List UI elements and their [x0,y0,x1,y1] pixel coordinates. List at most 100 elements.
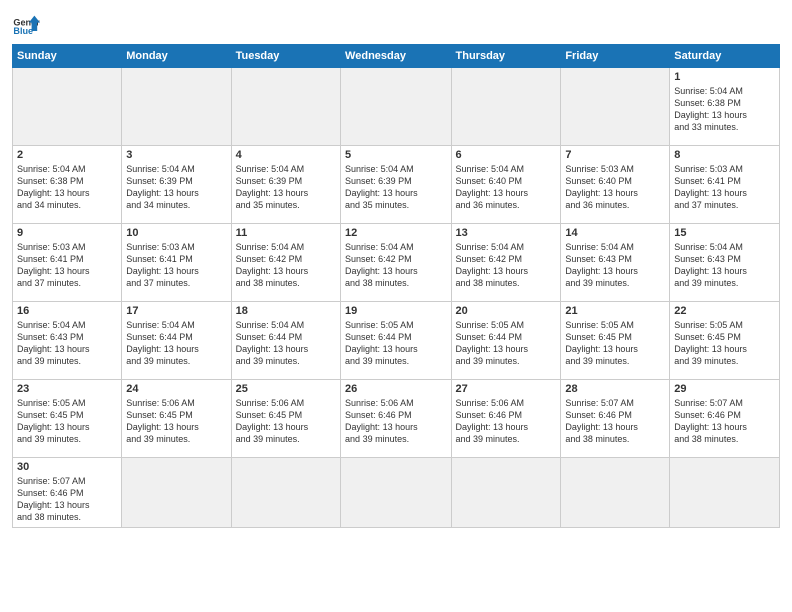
calendar-cell [122,68,231,146]
calendar-cell: 25Sunrise: 5:06 AMSunset: 6:45 PMDayligh… [231,380,340,458]
day-number: 28 [565,383,665,395]
calendar-cell: 5 Sunrise: 5:04 AMSunset: 6:39 PMDaylight… [341,146,451,224]
calendar-cell [451,458,561,528]
day-info: Sunrise: 5:04 AMSunset: 6:43 PMDaylight:… [17,319,117,368]
day-info: Sunrise: 5:03 AMSunset: 6:40 PMDaylight:… [565,163,665,212]
calendar-cell: 8 Sunrise: 5:03 AMSunset: 6:41 PMDaylight… [670,146,780,224]
day-info: Sunrise: 5:04 AMSunset: 6:44 PMDaylight:… [236,319,336,368]
calendar-cell: 28 Sunrise: 5:07 AMSunset: 6:46 PMDayligh… [561,380,670,458]
day-info: Sunrise: 5:04 AMSunset: 6:42 PMDaylight:… [456,241,557,290]
calendar-week-row: 2Sunrise: 5:04 AMSunset: 6:38 PMDaylight… [13,146,780,224]
day-info: Sunrise: 5:04 AMSunset: 6:43 PMDaylight:… [674,241,775,290]
day-number: 19 [345,305,446,317]
day-number: 22 [674,305,775,317]
page: General Blue SundayMondayTuesdayWednesda… [0,0,792,536]
calendar-cell [561,458,670,528]
calendar-cell: 12Sunrise: 5:04 AMSunset: 6:42 PMDayligh… [341,224,451,302]
day-info: Sunrise: 5:06 AMSunset: 6:45 PMDaylight:… [126,397,226,446]
day-number: 15 [674,227,775,239]
weekday-header-saturday: Saturday [670,45,780,68]
calendar-week-row: 16 Sunrise: 5:04 AMSunset: 6:43 PMDayligh… [13,302,780,380]
day-number: 9 [17,227,117,239]
day-info: Sunrise: 5:06 AMSunset: 6:46 PMDaylight:… [456,397,557,446]
day-info: Sunrise: 5:05 AMSunset: 6:44 PMDaylight:… [345,319,446,368]
calendar-cell: 23 Sunrise: 5:05 AMSunset: 6:45 PMDayligh… [13,380,122,458]
logo-icon: General Blue [12,10,40,38]
day-info: Sunrise: 5:04 AMSunset: 6:43 PMDaylight:… [565,241,665,290]
day-number: 5 [345,149,446,161]
day-number: 30 [17,461,117,473]
calendar-cell: 9Sunrise: 5:03 AMSunset: 6:41 PMDaylight… [13,224,122,302]
day-info: Sunrise: 5:04 AMSunset: 6:44 PMDaylight:… [126,319,226,368]
day-number: 14 [565,227,665,239]
day-info: Sunrise: 5:05 AMSunset: 6:44 PMDaylight:… [456,319,557,368]
calendar-cell: 7 Sunrise: 5:03 AMSunset: 6:40 PMDaylight… [561,146,670,224]
calendar-week-row: 30 Sunrise: 5:07 AMSunset: 6:46 PMDayligh… [13,458,780,528]
day-number: 13 [456,227,557,239]
day-number: 27 [456,383,557,395]
day-info: Sunrise: 5:04 AMSunset: 6:38 PMDaylight:… [17,163,117,212]
calendar-cell [670,458,780,528]
calendar-cell: 26Sunrise: 5:06 AMSunset: 6:46 PMDayligh… [341,380,451,458]
calendar-cell [451,68,561,146]
calendar-cell [561,68,670,146]
weekday-header-monday: Monday [122,45,231,68]
day-number: 18 [236,305,336,317]
weekday-header-row: SundayMondayTuesdayWednesdayThursdayFrid… [13,45,780,68]
day-number: 17 [126,305,226,317]
calendar-cell: 16 Sunrise: 5:04 AMSunset: 6:43 PMDayligh… [13,302,122,380]
logo: General Blue [12,10,40,38]
day-number: 23 [17,383,117,395]
calendar-cell [13,68,122,146]
day-info: Sunrise: 5:04 AMSunset: 6:42 PMDaylight:… [236,241,336,290]
calendar-cell: 6Sunrise: 5:04 AMSunset: 6:40 PMDaylight… [451,146,561,224]
calendar-cell: 29Sunrise: 5:07 AMSunset: 6:46 PMDayligh… [670,380,780,458]
calendar-cell: 18 Sunrise: 5:04 AMSunset: 6:44 PMDayligh… [231,302,340,380]
day-info: Sunrise: 5:03 AMSunset: 6:41 PMDaylight:… [126,241,226,290]
day-number: 20 [456,305,557,317]
day-info: Sunrise: 5:04 AMSunset: 6:38 PMDaylight:… [674,85,775,134]
calendar-table: SundayMondayTuesdayWednesdayThursdayFrid… [12,44,780,528]
calendar-cell: 2Sunrise: 5:04 AMSunset: 6:38 PMDaylight… [13,146,122,224]
day-number: 24 [126,383,226,395]
calendar-week-row: 23 Sunrise: 5:05 AMSunset: 6:45 PMDayligh… [13,380,780,458]
calendar-cell: 3 Sunrise: 5:04 AMSunset: 6:39 PMDaylight… [122,146,231,224]
svg-text:Blue: Blue [13,26,33,36]
day-info: Sunrise: 5:07 AMSunset: 6:46 PMDaylight:… [565,397,665,446]
weekday-header-sunday: Sunday [13,45,122,68]
day-info: Sunrise: 5:04 AMSunset: 6:39 PMDaylight:… [126,163,226,212]
day-info: Sunrise: 5:05 AMSunset: 6:45 PMDaylight:… [674,319,775,368]
day-info: Sunrise: 5:07 AMSunset: 6:46 PMDaylight:… [17,475,117,524]
calendar-cell: 1Sunrise: 5:04 AMSunset: 6:38 PMDaylight… [670,68,780,146]
day-number: 21 [565,305,665,317]
day-number: 8 [674,149,775,161]
day-number: 7 [565,149,665,161]
day-info: Sunrise: 5:07 AMSunset: 6:46 PMDaylight:… [674,397,775,446]
weekday-header-thursday: Thursday [451,45,561,68]
day-info: Sunrise: 5:04 AMSunset: 6:40 PMDaylight:… [456,163,557,212]
calendar-cell: 27 Sunrise: 5:06 AMSunset: 6:46 PMDayligh… [451,380,561,458]
calendar-cell: 11Sunrise: 5:04 AMSunset: 6:42 PMDayligh… [231,224,340,302]
day-info: Sunrise: 5:05 AMSunset: 6:45 PMDaylight:… [17,397,117,446]
weekday-header-tuesday: Tuesday [231,45,340,68]
weekday-header-friday: Friday [561,45,670,68]
day-number: 3 [126,149,226,161]
calendar-cell [341,458,451,528]
weekday-header-wednesday: Wednesday [341,45,451,68]
calendar-cell: 22 Sunrise: 5:05 AMSunset: 6:45 PMDayligh… [670,302,780,380]
calendar-cell: 10 Sunrise: 5:03 AMSunset: 6:41 PMDayligh… [122,224,231,302]
day-number: 16 [17,305,117,317]
day-info: Sunrise: 5:04 AMSunset: 6:39 PMDaylight:… [345,163,446,212]
calendar-cell: 20 Sunrise: 5:05 AMSunset: 6:44 PMDayligh… [451,302,561,380]
calendar-cell: 21Sunrise: 5:05 AMSunset: 6:45 PMDayligh… [561,302,670,380]
day-info: Sunrise: 5:04 AMSunset: 6:42 PMDaylight:… [345,241,446,290]
calendar-cell: 4 Sunrise: 5:04 AMSunset: 6:39 PMDaylight… [231,146,340,224]
day-info: Sunrise: 5:03 AMSunset: 6:41 PMDaylight:… [674,163,775,212]
day-number: 4 [236,149,336,161]
calendar-cell: 14 Sunrise: 5:04 AMSunset: 6:43 PMDayligh… [561,224,670,302]
calendar-cell [231,458,340,528]
day-number: 10 [126,227,226,239]
day-info: Sunrise: 5:04 AMSunset: 6:39 PMDaylight:… [236,163,336,212]
day-number: 25 [236,383,336,395]
calendar-cell: 24 Sunrise: 5:06 AMSunset: 6:45 PMDayligh… [122,380,231,458]
